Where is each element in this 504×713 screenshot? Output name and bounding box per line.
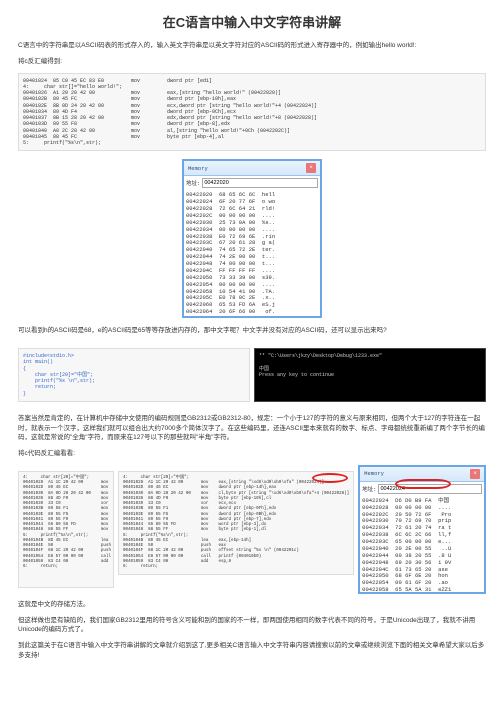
para-outro: 到此这篇关于在C语言中输入中文字符串讲解的文章就介绍到这了,更多相关C语言输入中… [18,641,486,661]
intro-para: C语言中的字符串是以ASCII码表的形式存入的，输入英文字符串是以英文字符对应的… [18,41,486,51]
console-output: ** "C:\Users\jkzy\Desktop\Debug\1233.exe… [254,348,486,402]
c-source-cn: #include<stdio.h> int main() { char str[… [18,348,250,402]
memory-title: Memory [188,165,208,172]
addr-label-2: 地址: [362,485,376,493]
page-title: 在C语言中输入中文字符串讲解 [18,12,486,31]
para-unicode: 但这样做也是有缺陷的，我们国家GB2312里用的符号含义可能和别的国家的不一样，… [18,616,486,636]
asm-listing-1: 00401024 85 C0 45 EC 83 E0 mov dword ptr… [18,73,486,152]
para-question: 可以看到h的ASCII码是68，e的ASCII码是65等等存放进内存的，那中文字… [18,326,486,336]
para-answer: 答案当然是肯定的，在计算机中存储中文使用的编码规则是GB2312或GB2312-… [18,414,486,443]
memory-title-2: Memory [364,470,384,477]
addr-label: 地址: [186,179,200,187]
asm-listing-2-right: 4: char str[20]="中国"; 00401028 A1 1C 20 … [118,471,354,576]
para-disasm2: 将c代码反汇编看看: [18,449,486,459]
memory-window-1: Memory × 地址: 00422020 68 65 6C 6C hell 0… [182,159,322,318]
para-disasm: 将c反汇编得到: [18,57,486,67]
close-icon[interactable]: × [306,163,316,173]
close-icon[interactable]: × [470,469,480,479]
para-storage: 这就是中文的存储方法。 [18,600,486,610]
memory-address-input[interactable] [202,178,318,188]
memory-address-input-2[interactable] [378,484,482,494]
memory-window-2: Memory × 地址: 00422024 D6 D0 B9 FA 中国 004… [358,465,486,594]
memory-body-2: 00422024 D6 D0 B9 FA 中国 00422028 00 00 0… [360,496,484,592]
asm-listing-2-left: 4: char str[20]="中国"; 00401028 A1 1C 20 … [18,471,114,588]
memory-body-1: 00422020 68 65 6C 6C hell 00422024 6F 20… [184,190,320,316]
